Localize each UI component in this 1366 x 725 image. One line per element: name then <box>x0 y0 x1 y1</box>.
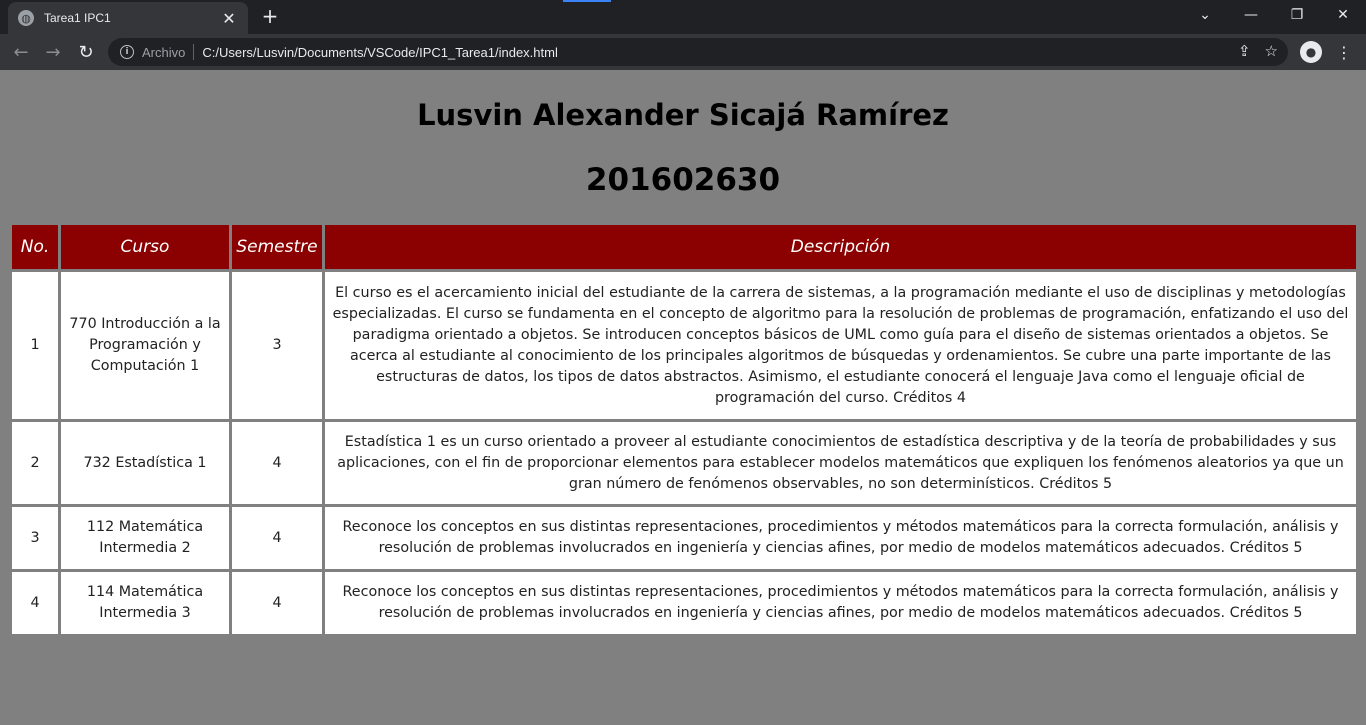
address-scheme-label: Archivo <box>142 44 186 60</box>
address-url[interactable]: C:/Users/Lusvin/Documents/VSCode/IPC1_Ta… <box>202 45 558 60</box>
table-row: 3 112 Matemática Intermedia 2 4 Reconoce… <box>12 507 1356 569</box>
page-content: Lusvin Alexander Sicajá Ramírez 20160263… <box>0 70 1366 725</box>
tab-accent-line <box>563 0 611 2</box>
header-semestre: Semestre <box>232 225 322 269</box>
header-descripcion: Descripción <box>325 225 1356 269</box>
cell-curso: 112 Matemática Intermedia 2 <box>61 507 229 569</box>
info-icon[interactable]: i <box>120 45 134 59</box>
student-carnet: 201602630 <box>585 162 781 198</box>
new-tab-button[interactable]: + <box>258 5 282 29</box>
browser-toolbar: ← → ↻ i Archivo C:/Users/Lusvin/Document… <box>0 34 1366 70</box>
table-header-row: No. Curso Semestre Descripción <box>12 225 1356 269</box>
cell-semestre: 3 <box>232 272 322 419</box>
table-row: 1 770 Introducción a la Programación y C… <box>12 272 1356 419</box>
back-icon[interactable]: ← <box>8 39 34 65</box>
share-icon[interactable]: ⇪ <box>1238 42 1251 60</box>
window-close-icon[interactable]: ✕ <box>1320 0 1366 30</box>
cell-no: 1 <box>12 272 58 419</box>
table-row: 4 114 Matemática Intermedia 3 4 Reconoce… <box>12 572 1356 634</box>
address-bar[interactable]: i Archivo C:/Users/Lusvin/Documents/VSCo… <box>108 38 1288 66</box>
close-tab-icon[interactable]: ✕ <box>220 9 238 28</box>
menu-dots-icon[interactable]: ⋮ <box>1336 39 1352 65</box>
cell-descripcion: El curso es el acercamiento inicial del … <box>325 272 1356 419</box>
cell-descripcion: Estadística 1 es un curso orientado a pr… <box>325 422 1356 504</box>
tab-title: Tarea1 IPC1 <box>44 11 111 25</box>
cell-curso: 114 Matemática Intermedia 3 <box>61 572 229 634</box>
header-curso: Curso <box>61 225 229 269</box>
cell-no: 2 <box>12 422 58 504</box>
minimize-icon[interactable]: — <box>1228 0 1274 30</box>
address-separator <box>193 44 195 60</box>
bookmark-star-icon[interactable]: ☆ <box>1265 42 1278 60</box>
cell-semestre: 4 <box>232 572 322 634</box>
reload-icon[interactable]: ↻ <box>73 39 99 65</box>
table-row: 2 732 Estadística 1 4 Estadística 1 es u… <box>12 422 1356 504</box>
browser-tab[interactable]: ◍ Tarea1 IPC1 ✕ <box>8 2 248 34</box>
cell-no: 4 <box>12 572 58 634</box>
cell-descripcion: Reconoce los conceptos en sus distintas … <box>325 507 1356 569</box>
cell-curso: 732 Estadística 1 <box>61 422 229 504</box>
cell-descripcion: Reconoce los conceptos en sus distintas … <box>325 572 1356 634</box>
globe-icon: ◍ <box>18 10 34 26</box>
restore-icon[interactable]: ❐ <box>1274 0 1320 30</box>
header-no: No. <box>12 225 58 269</box>
tab-search-icon[interactable]: ⌄ <box>1182 0 1228 30</box>
cell-curso: 770 Introducción a la Programación y Com… <box>61 272 229 419</box>
cell-semestre: 4 <box>232 422 322 504</box>
student-name: Lusvin Alexander Sicajá Ramírez <box>417 98 949 132</box>
profile-icon[interactable]: ● <box>1300 41 1322 63</box>
courses-table: No. Curso Semestre Descripción 1 770 Int… <box>9 222 1359 637</box>
forward-icon[interactable]: → <box>40 39 66 65</box>
tab-bar: ◍ Tarea1 IPC1 ✕ + ⌄ — ❐ ✕ <box>0 0 1366 34</box>
cell-semestre: 4 <box>232 507 322 569</box>
cell-no: 3 <box>12 507 58 569</box>
